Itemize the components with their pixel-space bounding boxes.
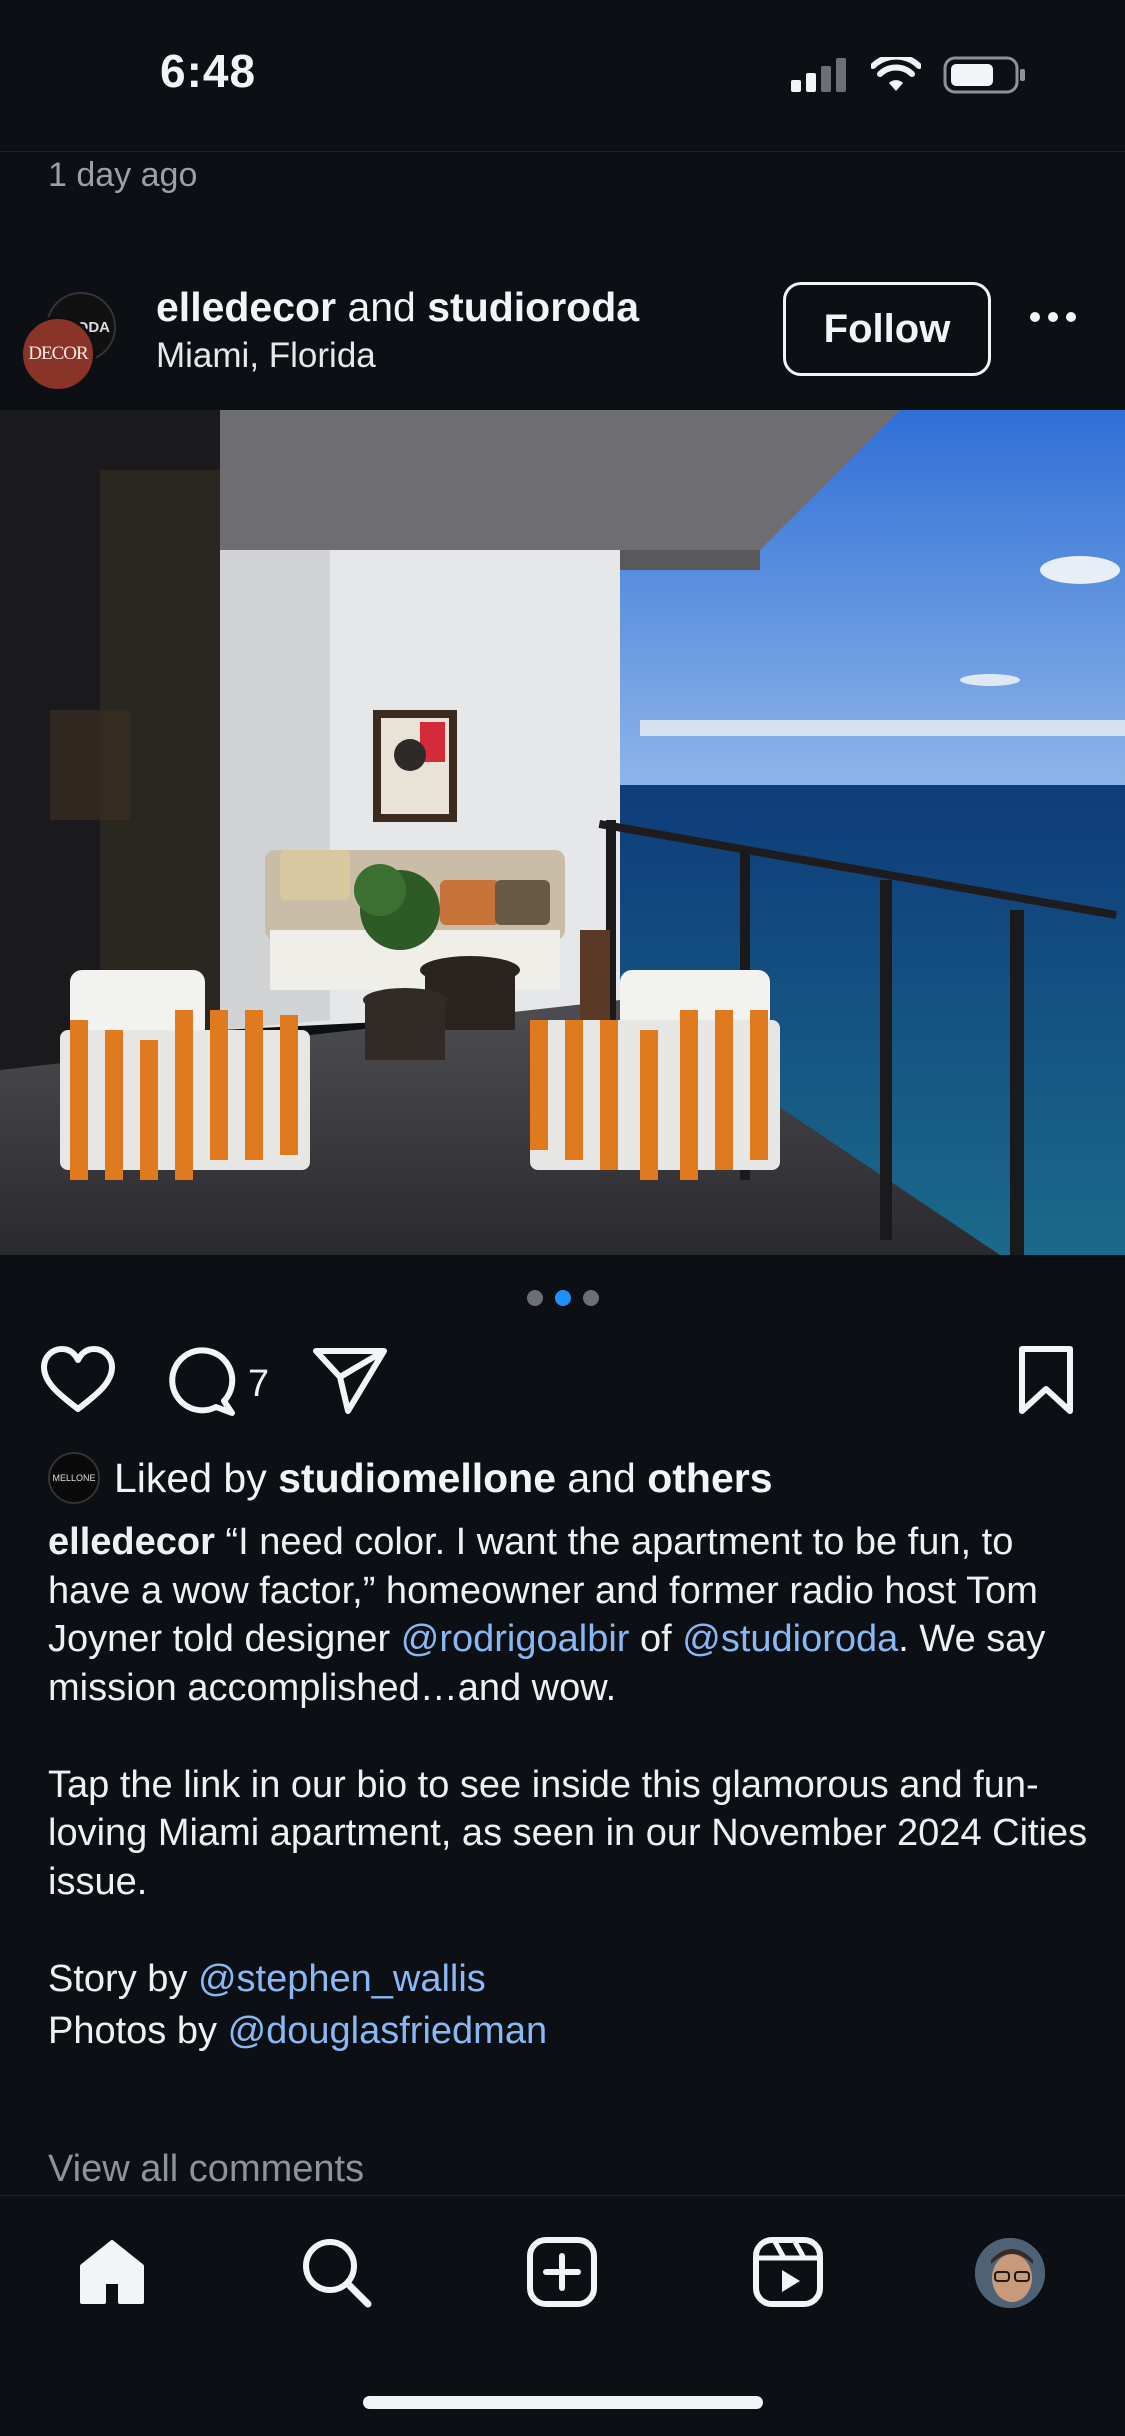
profile-avatar[interactable]	[973, 2236, 1047, 2310]
carousel-dot	[582, 1290, 599, 1306]
author-joiner: and	[336, 284, 428, 330]
share-icon[interactable]	[312, 1345, 388, 1415]
more-options-icon[interactable]	[1030, 312, 1076, 322]
search-icon[interactable]	[300, 2236, 372, 2308]
liked-by-avatar[interactable]: MELLONE	[48, 1452, 100, 1504]
carousel-dot-active	[554, 1290, 571, 1306]
cellular-signal-icon	[791, 58, 846, 92]
caption-story-credit: Story by @stephen_wallis	[48, 1955, 1088, 2004]
post-header: RODA DECOR elledecor and studioroda Miam…	[0, 272, 1125, 402]
previous-post-timestamp: 1 day ago	[48, 156, 198, 194]
post-caption: elledecor “I need color. I want the apar…	[48, 1518, 1088, 2060]
post-author[interactable]: elledecor and studioroda	[156, 284, 639, 331]
liked-by-row[interactable]: MELLONE Liked by studiomellone and other…	[48, 1452, 773, 1504]
liked-by-joiner: and	[556, 1454, 648, 1501]
story-prefix: Story by	[48, 1957, 198, 2000]
liked-by-text[interactable]: Liked by studiomellone and others	[114, 1455, 773, 1502]
status-icons	[791, 56, 1027, 94]
like-heart-icon[interactable]	[40, 1345, 116, 1415]
home-indicator[interactable]	[363, 2396, 763, 2409]
mention-link[interactable]: @douglasfriedman	[228, 2010, 548, 2052]
reels-icon[interactable]	[752, 2236, 824, 2308]
liked-by-prefix: Liked by	[114, 1454, 279, 1501]
mention-link[interactable]: @studioroda	[682, 1618, 898, 1660]
caption-text: of	[629, 1618, 683, 1660]
mention-link[interactable]: @rodrigoalbir	[401, 1618, 630, 1660]
carousel-indicator	[0, 1290, 1125, 1306]
author-secondary[interactable]: studioroda	[427, 284, 639, 330]
mention-link[interactable]: @stephen_wallis	[198, 1958, 486, 2000]
create-icon[interactable]	[526, 2236, 598, 2308]
caption-photo-credit: Photos by @douglasfriedman	[48, 2007, 1088, 2056]
post-image[interactable]	[0, 410, 1125, 1255]
liked-by-user[interactable]: studiomellone	[278, 1455, 556, 1501]
view-all-comments-link[interactable]: View all comments	[48, 2148, 364, 2191]
wifi-icon	[871, 57, 921, 91]
follow-button[interactable]: Follow	[783, 282, 991, 376]
action-row: 7	[0, 1345, 1125, 1425]
comment-count[interactable]: 7	[248, 1363, 269, 1406]
battery-icon	[943, 56, 1025, 94]
collab-avatars[interactable]: RODA DECOR	[20, 282, 120, 392]
balcony-photo	[0, 410, 1125, 1255]
status-time: 6:48	[160, 45, 257, 97]
home-icon[interactable]	[76, 2236, 148, 2308]
profile-photo	[975, 2238, 1045, 2308]
save-bookmark-icon[interactable]	[1016, 1345, 1076, 1415]
liked-by-others[interactable]: others	[647, 1455, 772, 1501]
avatar-elledecor[interactable]: DECOR	[20, 316, 96, 392]
photos-prefix: Photos by	[48, 2010, 228, 2052]
caption-paragraph-2: Tap the link in our bio to see inside th…	[48, 1763, 1088, 1903]
carousel-dot	[526, 1290, 543, 1306]
status-bar: 6:48	[0, 0, 1125, 152]
caption-paragraph-1: elledecor “I need color. I want the apar…	[48, 1518, 1088, 1712]
post-location[interactable]: Miami, Florida	[156, 336, 376, 376]
author-primary[interactable]: elledecor	[156, 284, 336, 330]
comment-icon[interactable]	[162, 1345, 238, 1417]
caption-username[interactable]: elledecor	[48, 1521, 215, 1563]
